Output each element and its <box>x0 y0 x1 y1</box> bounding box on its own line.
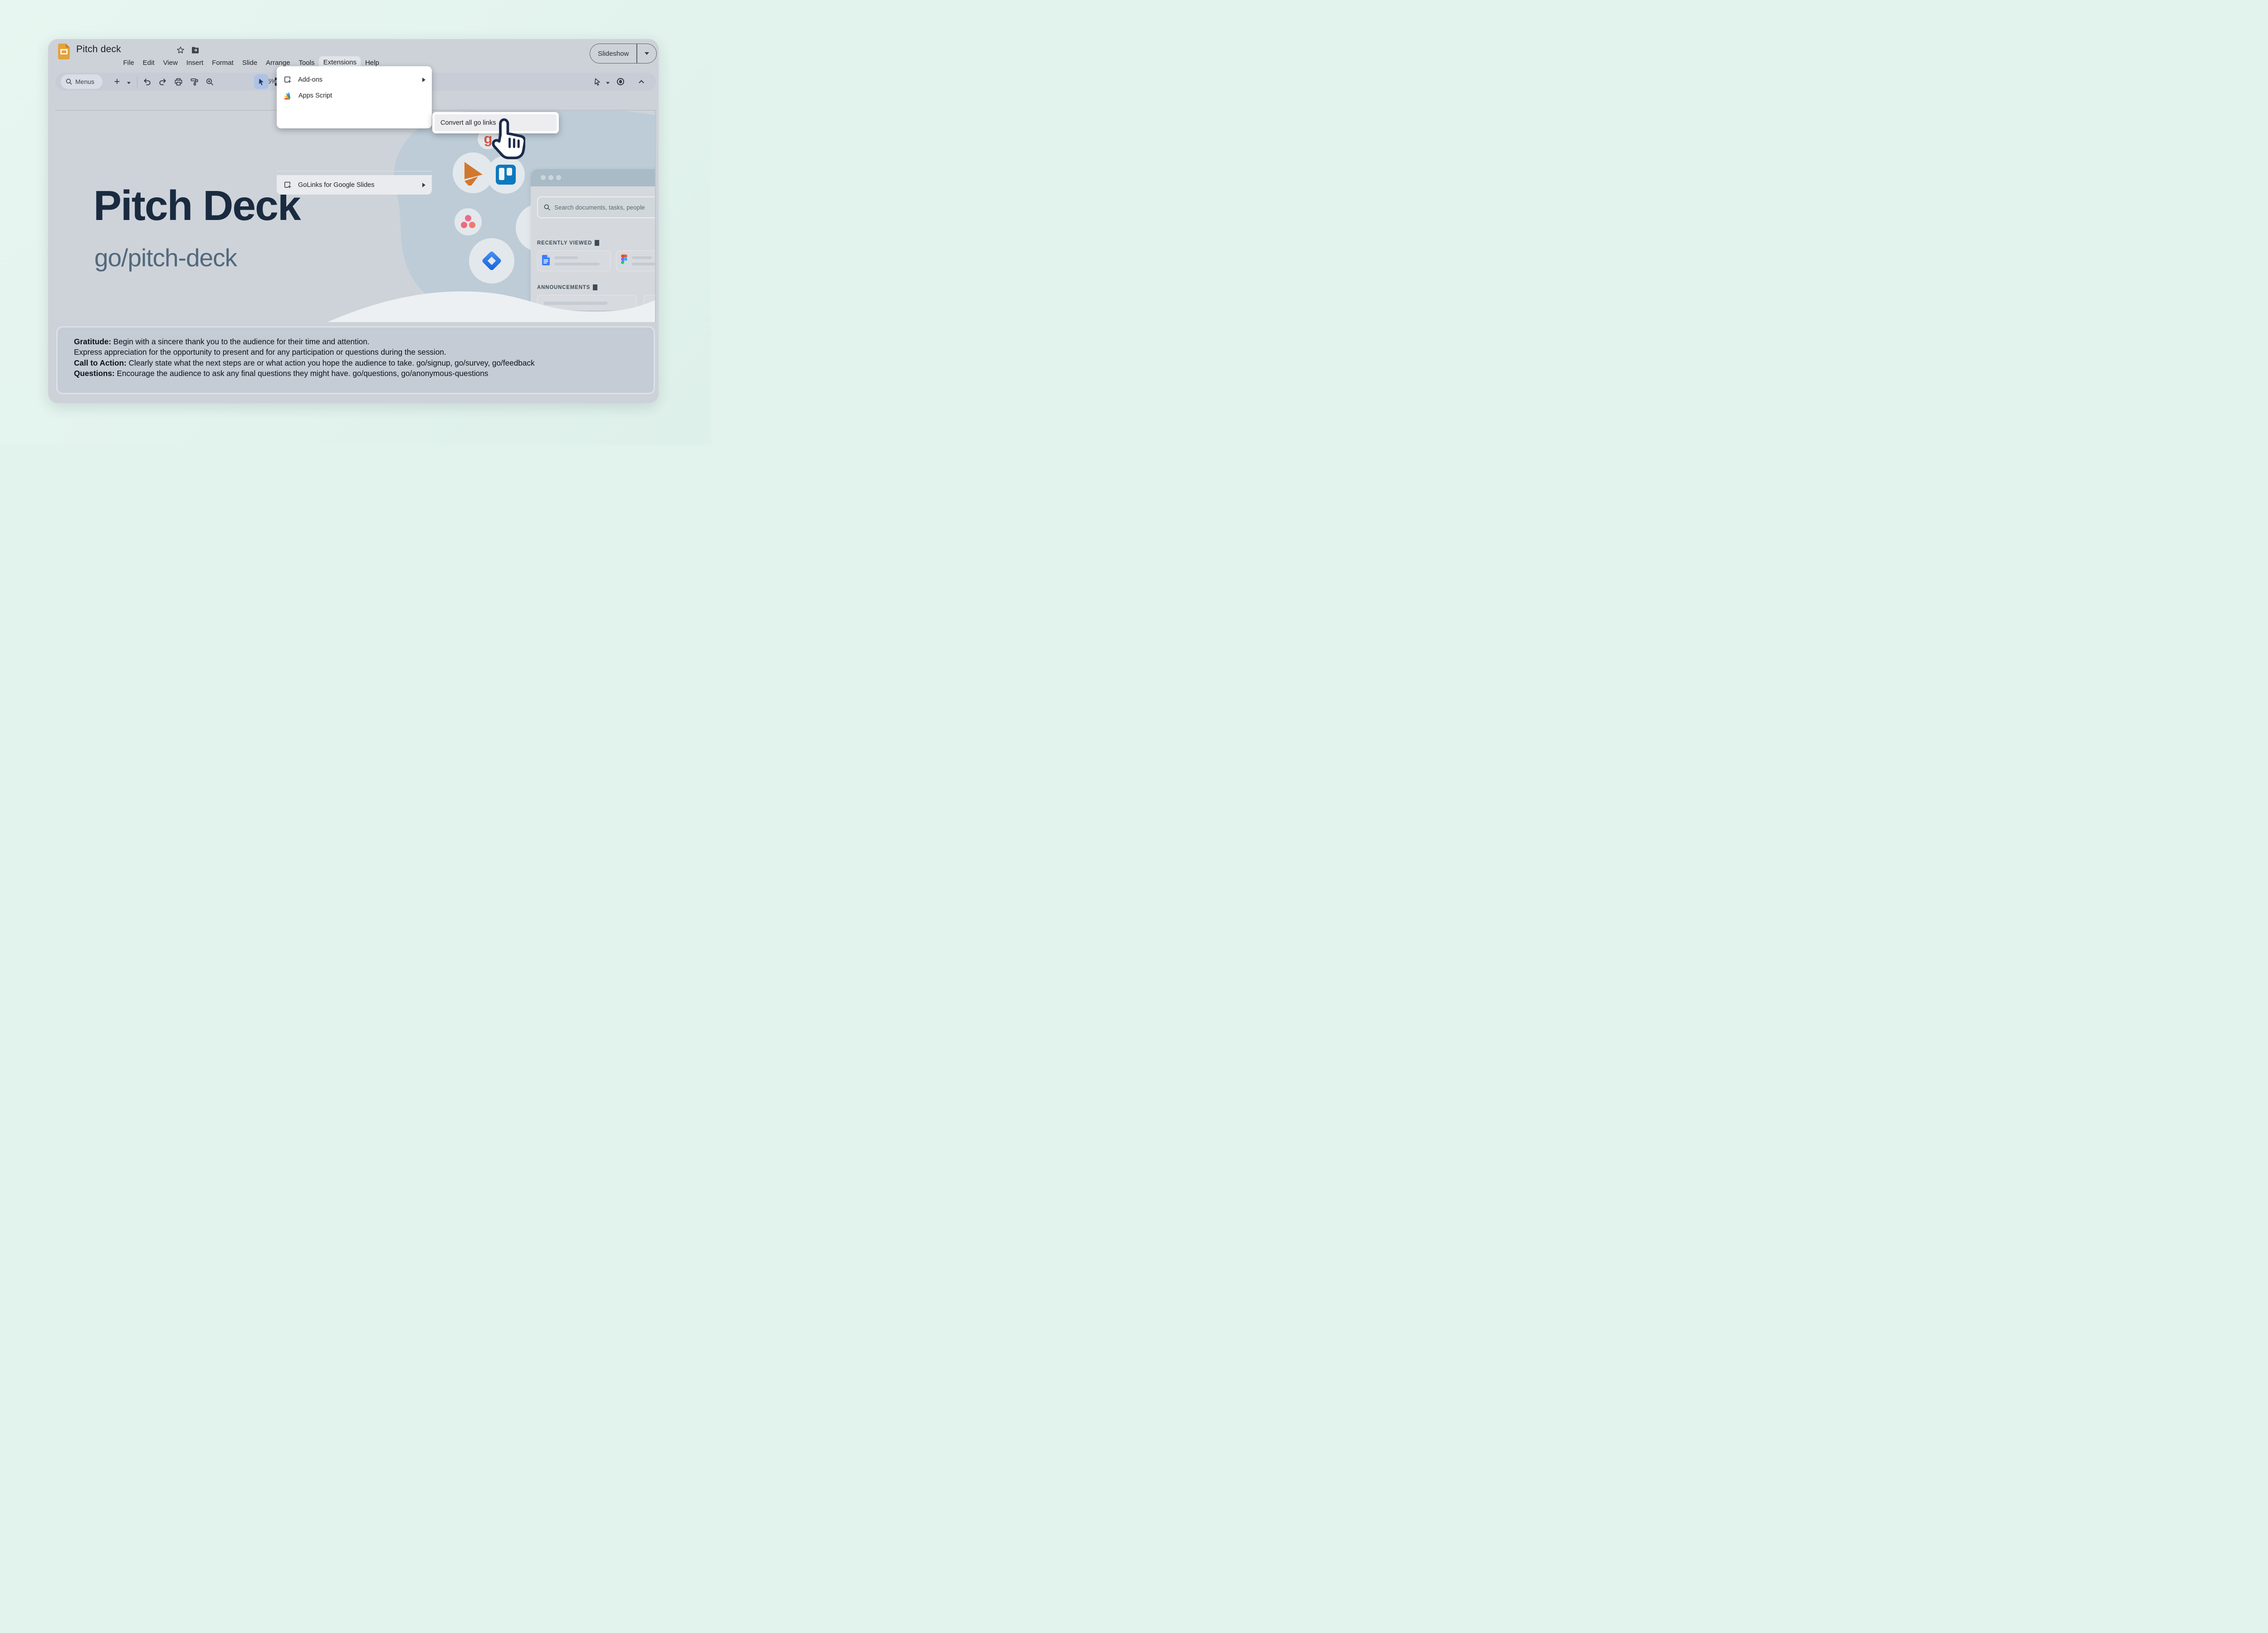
square-glyph <box>595 240 599 246</box>
undo-button[interactable] <box>142 77 152 86</box>
document-title[interactable]: Pitch deck <box>76 44 121 55</box>
menu-edit[interactable]: Edit <box>138 58 159 68</box>
notes-line: Gratitude: Begin with a sincere thank yo… <box>74 337 640 347</box>
zoom-in-button[interactable] <box>205 77 214 86</box>
chevron-up-icon <box>637 78 645 86</box>
announcements-heading: ANNOUNCEMENTS <box>537 284 597 290</box>
submenu-arrow-icon <box>422 78 425 82</box>
move-to-folder-icon[interactable] <box>191 46 200 55</box>
cursor-arrow-icon <box>257 78 266 86</box>
menu-item-apps-script[interactable]: Apps Script <box>277 88 432 103</box>
figma-mini-icon <box>621 254 627 264</box>
recent-figma-card <box>616 250 656 271</box>
mock-window-titlebar <box>531 169 656 186</box>
slide-title-text[interactable]: Pitch Deck <box>93 181 300 230</box>
menu-item-add-ons[interactable]: Add-ons <box>277 72 432 88</box>
slide-subtitle-text[interactable]: go/pitch-deck <box>94 243 237 272</box>
mock-app-window: Search documents, tasks, people RECENTLY… <box>531 169 656 322</box>
apps-script-icon <box>283 91 292 100</box>
jira-icon <box>469 238 514 284</box>
record-button[interactable] <box>616 77 625 86</box>
slideshow-label: Slideshow <box>590 50 636 58</box>
announcement-card <box>537 295 637 322</box>
menus-search-button[interactable]: Menus <box>61 74 103 89</box>
new-slide-button[interactable]: + <box>112 77 122 86</box>
search-icon <box>543 204 551 211</box>
slideshow-button[interactable]: Slideshow <box>590 44 657 64</box>
recent-doc-card <box>537 250 611 271</box>
speaker-notes-text: Gratitude: Begin with a sincere thank yo… <box>74 337 640 379</box>
chevron-down-icon <box>127 82 131 84</box>
collapse-toolbar-button[interactable] <box>637 77 646 86</box>
google-docs-icon <box>542 255 550 265</box>
print-button[interactable] <box>174 77 183 86</box>
mock-search-placeholder: Search documents, tasks, people <box>554 204 645 211</box>
mock-search-input: Search documents, tasks, people <box>537 196 656 218</box>
screenshot-stage: Pitch deck File Edit View Insert Format … <box>0 0 711 445</box>
extensions-dropdown-menu: Add-ons Apps Script GoLinks for Google S… <box>277 66 432 128</box>
menus-label: Menus <box>75 78 94 85</box>
window-dot <box>548 175 553 180</box>
announcement-card <box>643 295 656 322</box>
paint-format-button[interactable] <box>190 77 199 86</box>
pen-tool-dropdown[interactable] <box>603 78 612 88</box>
chevron-down-icon <box>645 52 649 55</box>
asana-icon <box>455 208 482 235</box>
menu-slide[interactable]: Slide <box>238 58 261 68</box>
redo-button[interactable] <box>158 77 167 86</box>
speaker-notes-box[interactable]: Gratitude: Begin with a sincere thank yo… <box>56 326 655 394</box>
laser-pointer-icon <box>593 78 602 86</box>
slideshow-dropdown-button[interactable] <box>637 52 656 55</box>
menu-view[interactable]: View <box>159 58 182 68</box>
paint-roller-icon <box>190 78 199 86</box>
menu-file[interactable]: File <box>119 58 138 68</box>
extension-icon <box>283 75 292 84</box>
zoom-in-icon <box>205 78 214 86</box>
notes-line: Express appreciation for the opportunity… <box>74 347 640 357</box>
menu-insert[interactable]: Insert <box>182 58 208 68</box>
window-dot <box>541 175 546 180</box>
new-slide-dropdown[interactable] <box>124 78 133 88</box>
notes-line: Questions: Encourage the audience to ask… <box>74 368 640 379</box>
recently-viewed-heading: RECENTLY VIEWED <box>537 240 599 246</box>
pen-tool-button[interactable] <box>593 77 602 86</box>
extension-icon <box>283 181 292 189</box>
square-glyph <box>593 284 597 290</box>
hand-pointer-cursor <box>488 118 525 163</box>
menu-item-golinks[interactable]: GoLinks for Google Slides <box>277 175 432 195</box>
slide-canvas[interactable]: Pitch Deck go/pitch-deck g <box>55 110 656 322</box>
menu-format[interactable]: Format <box>208 58 238 68</box>
notes-line: Call to Action: Clearly state what the n… <box>74 358 640 368</box>
plus-icon: + <box>114 77 120 86</box>
select-tool-button[interactable] <box>254 74 269 89</box>
submenu-arrow-icon <box>422 183 425 187</box>
slides-logo-icon[interactable] <box>58 44 70 59</box>
record-icon <box>616 77 625 86</box>
window-dot <box>556 175 561 180</box>
undo-icon <box>143 78 152 86</box>
redo-icon <box>158 78 167 86</box>
chevron-down-icon <box>606 82 610 84</box>
print-icon <box>174 78 183 86</box>
star-icon[interactable] <box>176 46 185 55</box>
search-icon <box>65 78 73 85</box>
